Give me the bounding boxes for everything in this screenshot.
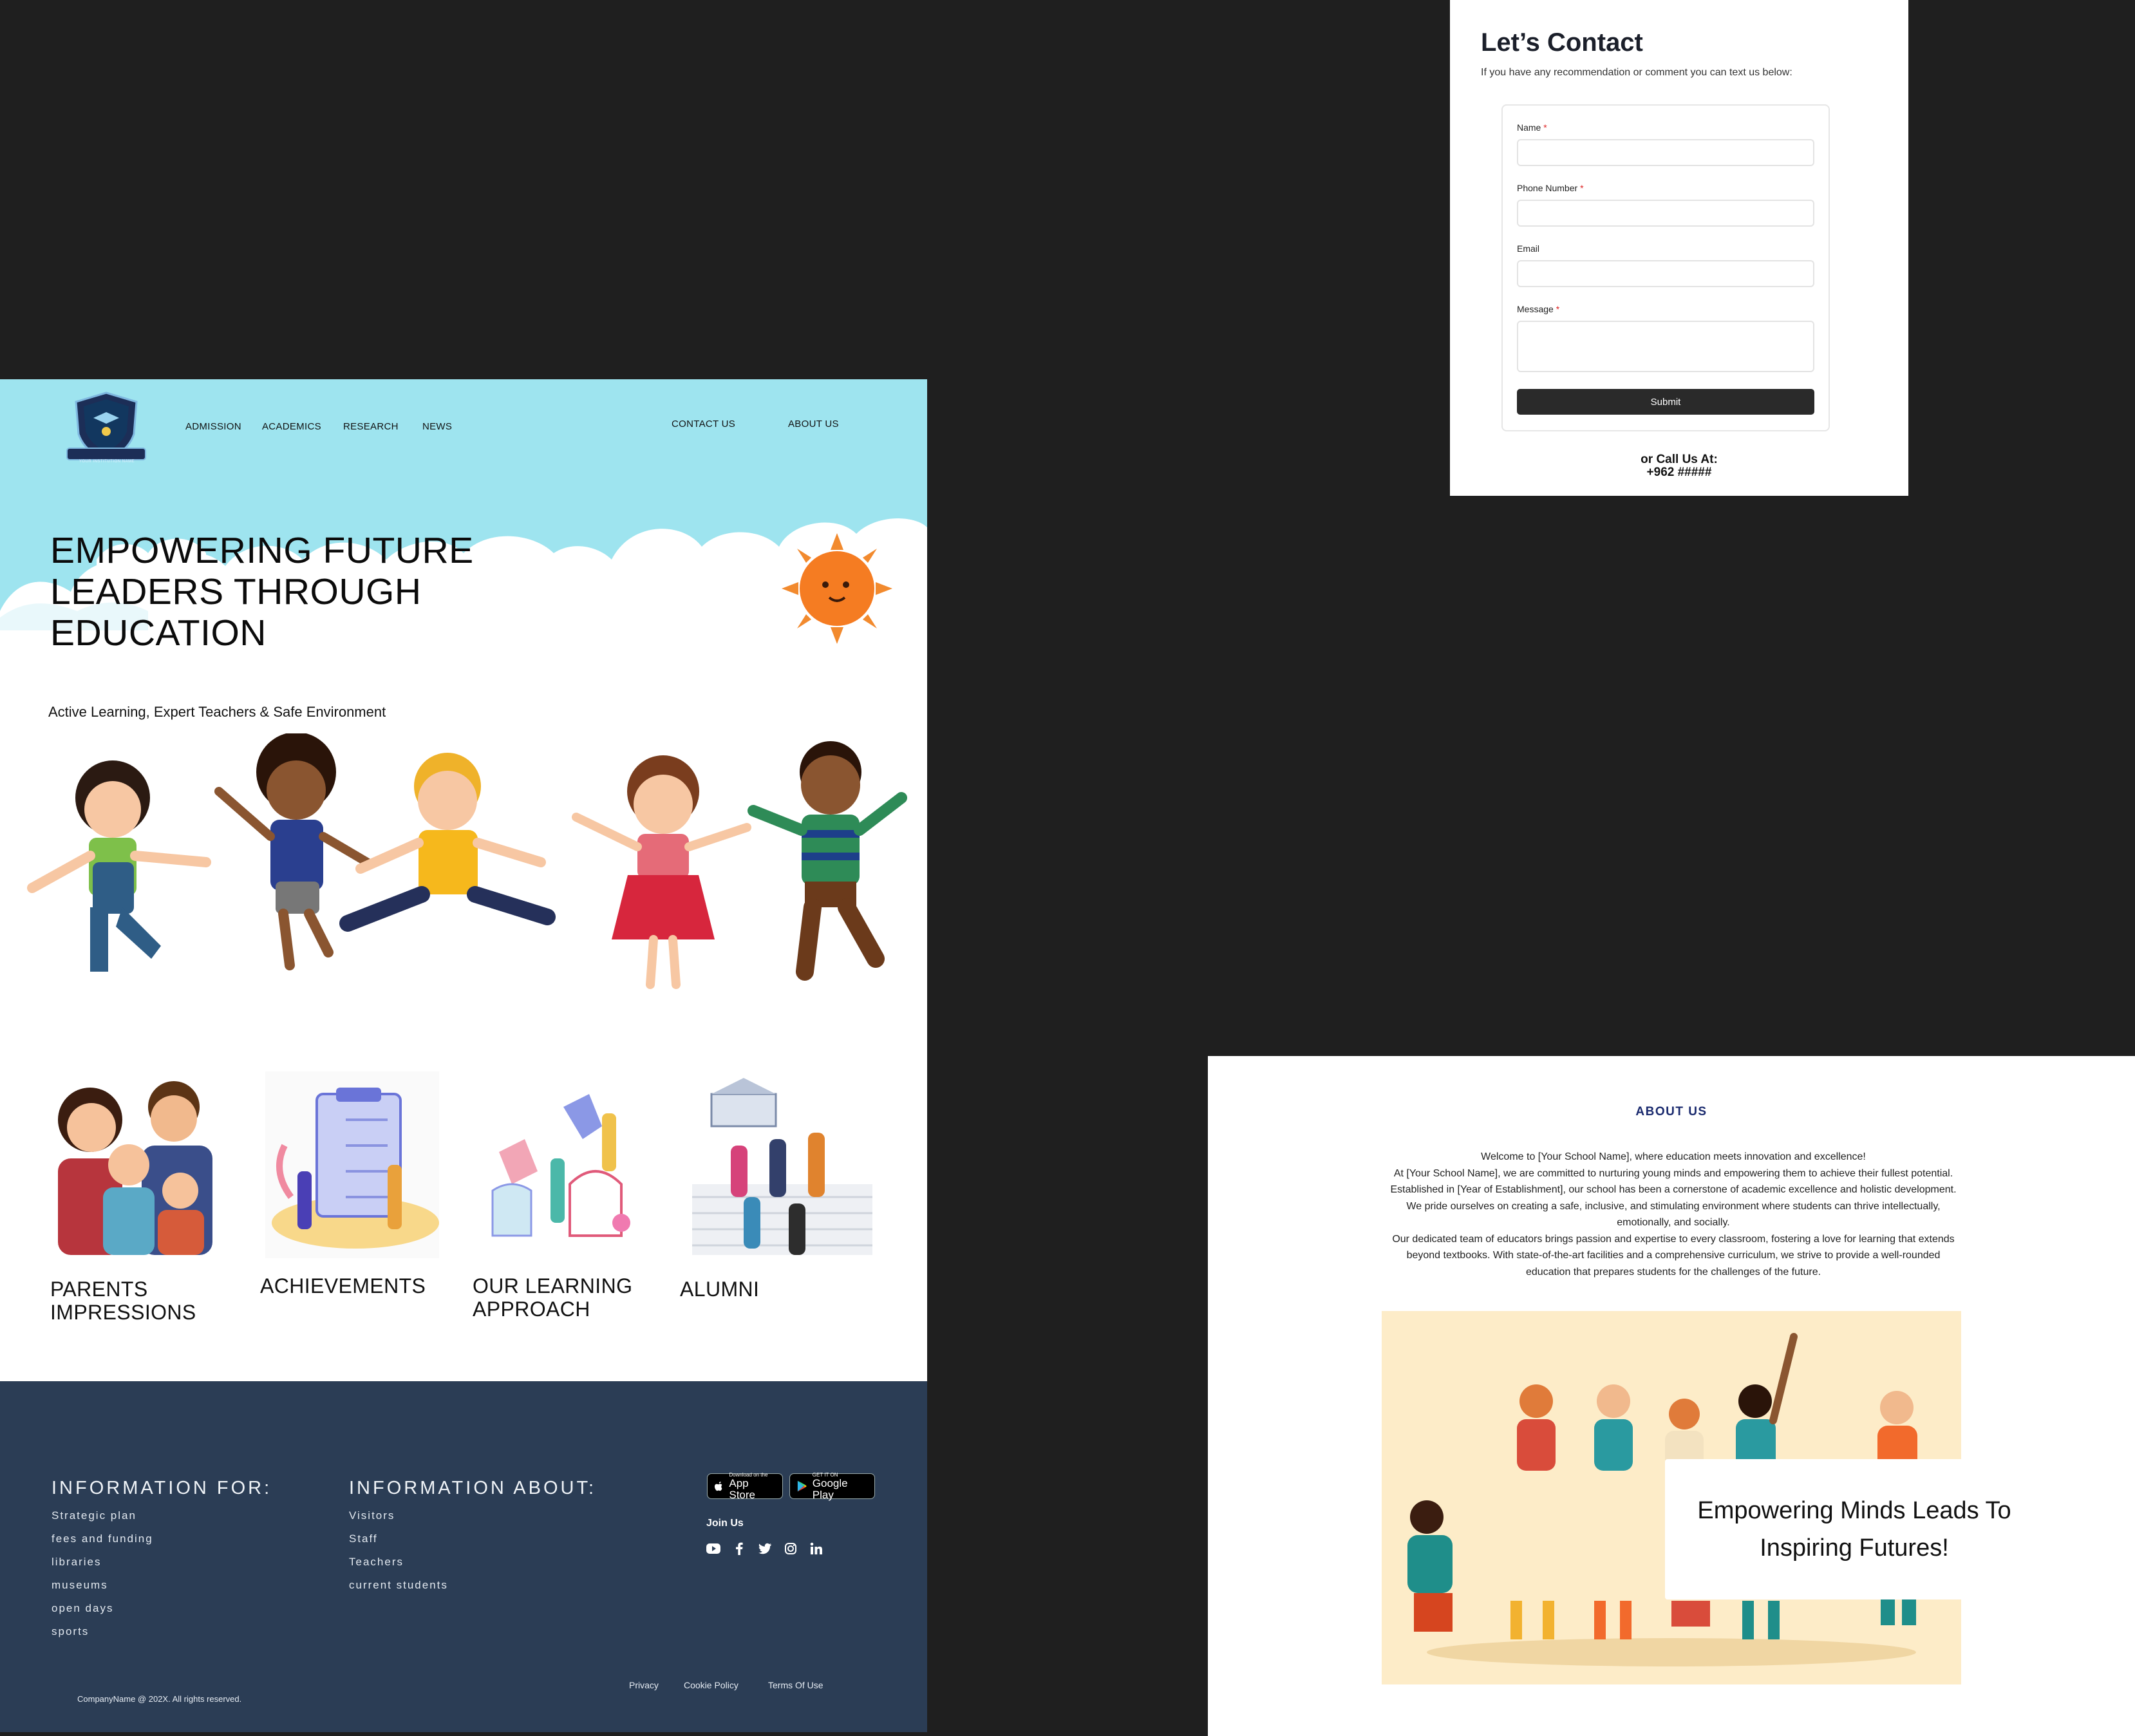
twitter-icon[interactable] bbox=[757, 1541, 773, 1556]
google-play-label: Google Play bbox=[812, 1477, 848, 1501]
footer-link-current-students[interactable]: current students bbox=[349, 1579, 448, 1592]
about-banner: Empowering Minds Leads To Inspiring Futu… bbox=[1665, 1459, 2044, 1599]
call-us-number[interactable]: +962 ##### bbox=[1450, 466, 1908, 479]
copyright-text: CompanyName @ 202X. All rights reserved. bbox=[77, 1694, 242, 1704]
about-paragraph: At [Your School Name], we are committed … bbox=[1390, 1167, 1957, 1229]
nav-contact-us[interactable]: CONTACT US bbox=[672, 419, 735, 429]
footer-link-visitors[interactable]: Visitors bbox=[349, 1509, 395, 1522]
phone-label: Phone Number * bbox=[1517, 183, 1584, 193]
linkedin-icon[interactable] bbox=[809, 1541, 824, 1556]
submit-button[interactable]: Submit bbox=[1517, 389, 1814, 415]
join-us-label: Join Us bbox=[706, 1518, 744, 1529]
footer-link-staff[interactable]: Staff bbox=[349, 1533, 378, 1545]
cookie-policy-link[interactable]: Cookie Policy bbox=[684, 1680, 738, 1690]
learning-approach-illustration[interactable] bbox=[473, 1088, 660, 1261]
phone-input[interactable] bbox=[1517, 200, 1814, 227]
footer-link-sports[interactable]: sports bbox=[52, 1625, 89, 1638]
footer-link-teachers[interactable]: Teachers bbox=[349, 1556, 404, 1569]
alumni-illustration[interactable] bbox=[686, 1068, 872, 1261]
instagram-icon[interactable] bbox=[783, 1541, 798, 1556]
contact-title: Let’s Contact bbox=[1481, 28, 1643, 57]
message-label: Message * bbox=[1517, 304, 1560, 314]
message-textarea[interactable] bbox=[1517, 321, 1814, 372]
footer-link-open-days[interactable]: open days bbox=[52, 1602, 113, 1615]
contact-form: Name * Phone Number * Email Message * Su… bbox=[1501, 104, 1830, 431]
footer-link-strategic-plan[interactable]: Strategic plan bbox=[52, 1509, 136, 1522]
about-illustration: Empowering Minds Leads To Inspiring Futu… bbox=[1382, 1311, 2044, 1684]
google-play-icon bbox=[797, 1480, 807, 1492]
about-page: ABOUT US Welcome to [Your School Name], … bbox=[1208, 1056, 2135, 1736]
footer-link-fees[interactable]: fees and funding bbox=[52, 1533, 153, 1545]
nav-about-us[interactable]: ABOUT US bbox=[788, 419, 839, 429]
school-crest-logo[interactable] bbox=[64, 389, 148, 466]
about-paragraph: Welcome to [Your School Name], where edu… bbox=[1481, 1151, 1866, 1162]
nav-admission[interactable]: ADMISSION bbox=[185, 421, 241, 432]
footer-link-museums[interactable]: museums bbox=[52, 1579, 108, 1592]
email-label: Email bbox=[1517, 243, 1540, 254]
about-heading: ABOUT US bbox=[1635, 1105, 1707, 1118]
nav-news[interactable]: NEWS bbox=[422, 421, 452, 432]
feature-alumni[interactable]: ALUMNI bbox=[680, 1278, 759, 1301]
call-us-block: or Call Us At: +962 ##### bbox=[1450, 453, 1908, 479]
email-input[interactable] bbox=[1517, 260, 1814, 287]
privacy-link[interactable]: Privacy bbox=[629, 1680, 659, 1690]
school-homepage: YOUR INSTITUTION NAME ADMISSION ACADEMIC… bbox=[0, 379, 927, 1732]
footer-link-libraries[interactable]: libraries bbox=[52, 1556, 102, 1569]
contact-page: Let’s Contact If you have any recommenda… bbox=[1450, 0, 1908, 496]
sun-illustration bbox=[782, 533, 892, 644]
logo-text: YOUR INSTITUTION NAME bbox=[79, 460, 135, 464]
nav-academics[interactable]: ACADEMICS bbox=[262, 421, 321, 432]
feature-achievements[interactable]: ACHIEVEMENTS bbox=[260, 1274, 426, 1297]
terms-of-use-link[interactable]: Terms Of Use bbox=[768, 1680, 823, 1690]
about-paragraph: Our dedicated team of educators brings p… bbox=[1392, 1233, 1955, 1278]
feature-learning-approach[interactable]: OUR LEARNING APPROACH bbox=[473, 1274, 632, 1321]
facebook-icon[interactable] bbox=[731, 1541, 747, 1556]
nav-research[interactable]: RESEARCH bbox=[343, 421, 399, 432]
app-store-label: App Store bbox=[729, 1477, 756, 1501]
hero-title: EMPOWERING FUTURE LEADERS THROUGH EDUCAT… bbox=[50, 530, 474, 654]
achievements-illustration[interactable] bbox=[259, 1068, 446, 1261]
about-body: Welcome to [Your School Name], where edu… bbox=[1387, 1149, 1960, 1280]
feature-parents-impressions[interactable]: PARENTS IMPRESSIONS bbox=[50, 1278, 196, 1324]
jumping-kids-illustration bbox=[27, 733, 907, 989]
name-label: Name * bbox=[1517, 122, 1547, 133]
name-input[interactable] bbox=[1517, 139, 1814, 166]
apple-icon bbox=[714, 1481, 722, 1491]
call-us-label: or Call Us At: bbox=[1641, 453, 1718, 466]
site-footer: INFORMATION FOR: Strategic plan fees and… bbox=[0, 1381, 927, 1732]
footer-heading-info-for: INFORMATION FOR: bbox=[52, 1478, 272, 1498]
google-play-button[interactable]: GET IT ON Google Play bbox=[789, 1472, 875, 1501]
contact-subtitle: If you have any recommendation or commen… bbox=[1481, 67, 1792, 78]
parents-illustration[interactable] bbox=[45, 1068, 232, 1261]
youtube-icon[interactable] bbox=[706, 1541, 721, 1556]
app-store-button[interactable]: Download on the App Store bbox=[707, 1472, 783, 1501]
hero-subtitle: Active Learning, Expert Teachers & Safe … bbox=[48, 704, 386, 720]
social-links bbox=[706, 1541, 824, 1556]
footer-heading-info-about: INFORMATION ABOUT: bbox=[349, 1478, 597, 1498]
